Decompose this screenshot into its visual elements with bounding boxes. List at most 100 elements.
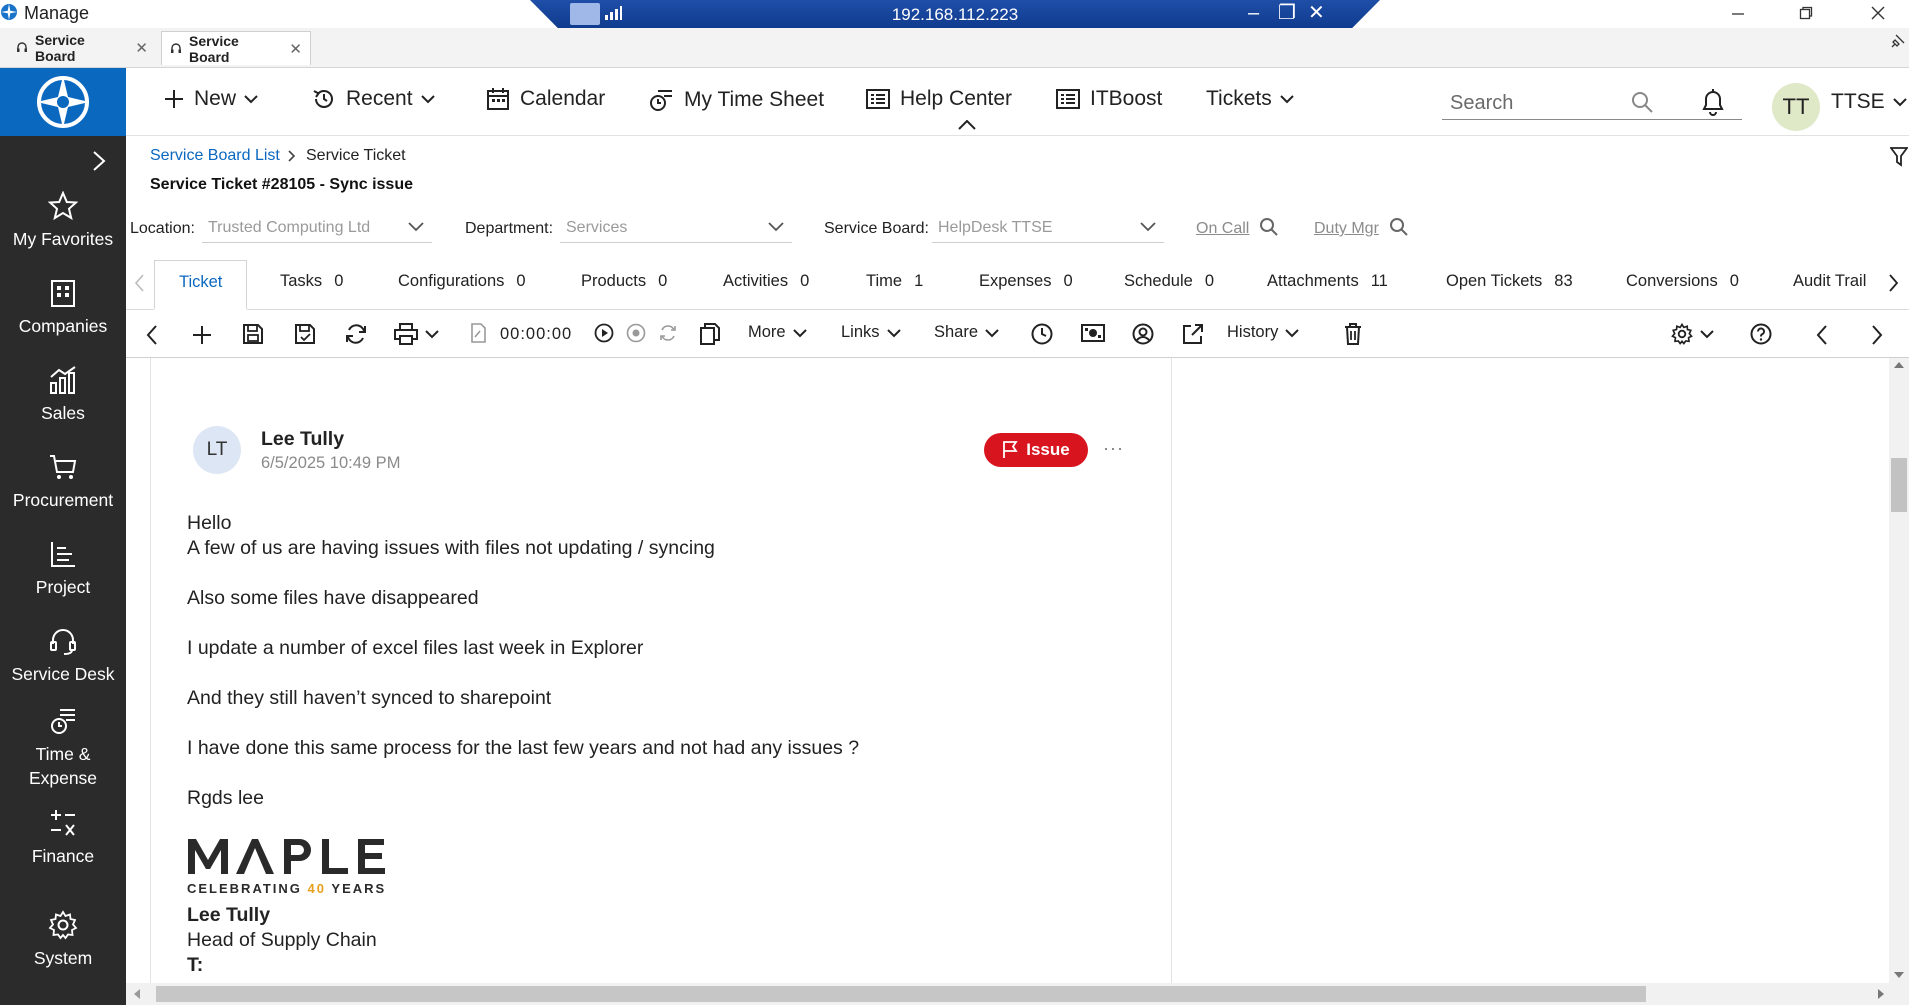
tab-time[interactable]: Time 1 — [866, 272, 923, 291]
tab-tasks[interactable]: Tasks 0 — [280, 272, 343, 291]
tab-activities[interactable]: Activities 0 — [723, 272, 809, 291]
vertical-scrollbar[interactable] — [1889, 358, 1909, 983]
scroll-up-icon[interactable] — [1894, 362, 1904, 368]
chevron-down-icon — [425, 329, 439, 339]
tickets-menu[interactable]: Tickets — [1206, 87, 1294, 111]
links-menu[interactable]: Links — [841, 323, 901, 342]
message-date: 6/5/2025 10:49 PM — [261, 454, 401, 472]
horizontal-scrollbar[interactable] — [126, 983, 1909, 1005]
close-window-icon[interactable] — [1850, 0, 1906, 26]
tab-count: 83 — [1554, 272, 1573, 290]
tab-audit-trail[interactable]: Audit Trail — [1793, 272, 1866, 291]
horizontal-scroll-thumb[interactable] — [156, 986, 1646, 1002]
share-label: Share — [934, 323, 979, 341]
recent-menu[interactable]: Recent — [312, 87, 435, 111]
tabs-scroll-left-icon[interactable] — [134, 274, 144, 292]
help-icon[interactable] — [1750, 323, 1772, 345]
sidebar-item-sales[interactable]: Sales — [0, 365, 126, 425]
sidebar-item-favorites[interactable]: My Favorites — [0, 191, 126, 251]
vertical-scroll-thumb[interactable] — [1891, 458, 1907, 512]
timer-stop-icon[interactable] — [626, 323, 646, 343]
rdp-close-icon[interactable]: ✕ — [1308, 2, 1325, 24]
bell-icon[interactable] — [1700, 87, 1726, 117]
print-menu[interactable] — [394, 323, 439, 345]
tab-configurations[interactable]: Configurations 0 — [398, 272, 526, 291]
tab-products[interactable]: Products 0 — [581, 272, 667, 291]
scroll-left-icon[interactable] — [134, 989, 140, 999]
contact-icon[interactable] — [1132, 323, 1154, 345]
add-icon[interactable] — [192, 325, 212, 345]
back-icon[interactable] — [146, 325, 158, 345]
tab-open-tickets[interactable]: Open Tickets 83 — [1446, 272, 1573, 291]
copy-icon[interactable] — [700, 323, 720, 345]
next-ticket-icon[interactable] — [1871, 325, 1883, 345]
close-tab-icon[interactable]: ✕ — [289, 40, 302, 58]
minimize-icon[interactable] — [1710, 0, 1766, 26]
breadcrumb-service-board-list[interactable]: Service Board List — [150, 147, 280, 165]
scroll-right-icon[interactable] — [1878, 989, 1884, 999]
search-input[interactable] — [1442, 88, 1692, 118]
user-avatar[interactable]: TT — [1772, 83, 1820, 131]
save-icon[interactable] — [242, 323, 264, 345]
tab-ticket[interactable]: Ticket — [154, 260, 248, 310]
filter-icon[interactable] — [1890, 146, 1908, 168]
sidebar-item-service-desk[interactable]: Service Desk — [0, 626, 126, 686]
rdp-restore-icon[interactable]: ❐ — [1278, 2, 1296, 24]
browser-tab-1[interactable]: Service Board ✕ — [8, 31, 156, 65]
location-select[interactable]: Trusted Computing Ltd — [202, 215, 432, 243]
duty-mgr-label: Duty Mgr — [1314, 220, 1379, 237]
open-external-icon[interactable] — [1182, 323, 1204, 345]
browser-tab-2[interactable]: Service Board ✕ — [161, 31, 311, 65]
delete-icon[interactable] — [1344, 323, 1362, 345]
app-logo-icon — [0, 3, 18, 21]
sidebar-item-companies[interactable]: Companies — [0, 278, 126, 338]
expand-sidebar-icon[interactable] — [92, 150, 106, 172]
issue-badge-label: Issue — [1026, 440, 1070, 459]
sidebar-item-finance[interactable]: Finance — [0, 808, 126, 868]
issue-flag-button[interactable]: Issue — [984, 433, 1088, 467]
on-call-link[interactable]: On Call — [1196, 218, 1279, 238]
restore-icon[interactable] — [1778, 0, 1834, 26]
history-menu[interactable]: History — [1227, 323, 1300, 342]
time-sheet-link[interactable]: My Time Sheet — [648, 87, 824, 113]
sidebar-item-project[interactable]: Project — [0, 539, 126, 599]
refresh-icon[interactable] — [344, 323, 368, 345]
duty-manager-link[interactable]: Duty Mgr — [1314, 218, 1409, 238]
tab-label: Attachments — [1267, 272, 1359, 290]
settings-menu[interactable] — [1671, 323, 1714, 345]
more-menu[interactable]: More — [748, 323, 807, 342]
user-name-label: TTSE — [1831, 90, 1885, 113]
more-options-icon[interactable]: ··· — [1103, 438, 1124, 459]
signature-name: Lee Tully — [187, 904, 271, 926]
search-icon[interactable] — [1630, 90, 1654, 114]
itboost-link[interactable]: ITBoost — [1056, 87, 1162, 111]
department-select[interactable]: Services — [560, 215, 792, 243]
help-center-link[interactable]: Help Center — [866, 87, 1012, 111]
clock-icon[interactable] — [1031, 323, 1053, 345]
sidebar-item-system[interactable]: System — [0, 910, 126, 970]
timer-start-icon[interactable] — [594, 323, 614, 343]
sidebar-item-procurement[interactable]: Procurement — [0, 452, 126, 512]
tab-attachments[interactable]: Attachments 11 — [1267, 272, 1388, 291]
tabs-scroll-right-icon[interactable] — [1889, 274, 1899, 292]
timer-reset-icon[interactable] — [658, 323, 678, 343]
timer-note-icon[interactable] — [470, 323, 486, 343]
expense-icon[interactable] — [1081, 323, 1105, 343]
previous-ticket-icon[interactable] — [1816, 325, 1828, 345]
tab-conversions[interactable]: Conversions 0 — [1626, 272, 1739, 291]
user-menu[interactable]: TTSE — [1831, 90, 1907, 114]
share-menu[interactable]: Share — [934, 323, 999, 342]
sidebar-item-label: Procurement — [12, 490, 114, 510]
close-tab-icon[interactable]: ✕ — [135, 39, 148, 57]
new-menu[interactable]: New — [164, 87, 258, 111]
sidebar-item-time-expense[interactable]: Time & Expense — [0, 706, 126, 790]
connectwise-logo[interactable] — [0, 68, 126, 136]
pin-tab-icon[interactable] — [1891, 34, 1905, 48]
calendar-link[interactable]: Calendar — [486, 87, 605, 111]
save-and-close-icon[interactable] — [294, 323, 316, 345]
scroll-down-icon[interactable] — [1894, 972, 1904, 978]
tab-expenses[interactable]: Expenses 0 — [979, 272, 1073, 291]
rdp-minimize-icon[interactable]: – — [1248, 2, 1259, 24]
service-board-select[interactable]: HelpDesk TTSE — [932, 215, 1164, 243]
tab-schedule[interactable]: Schedule 0 — [1124, 272, 1214, 291]
